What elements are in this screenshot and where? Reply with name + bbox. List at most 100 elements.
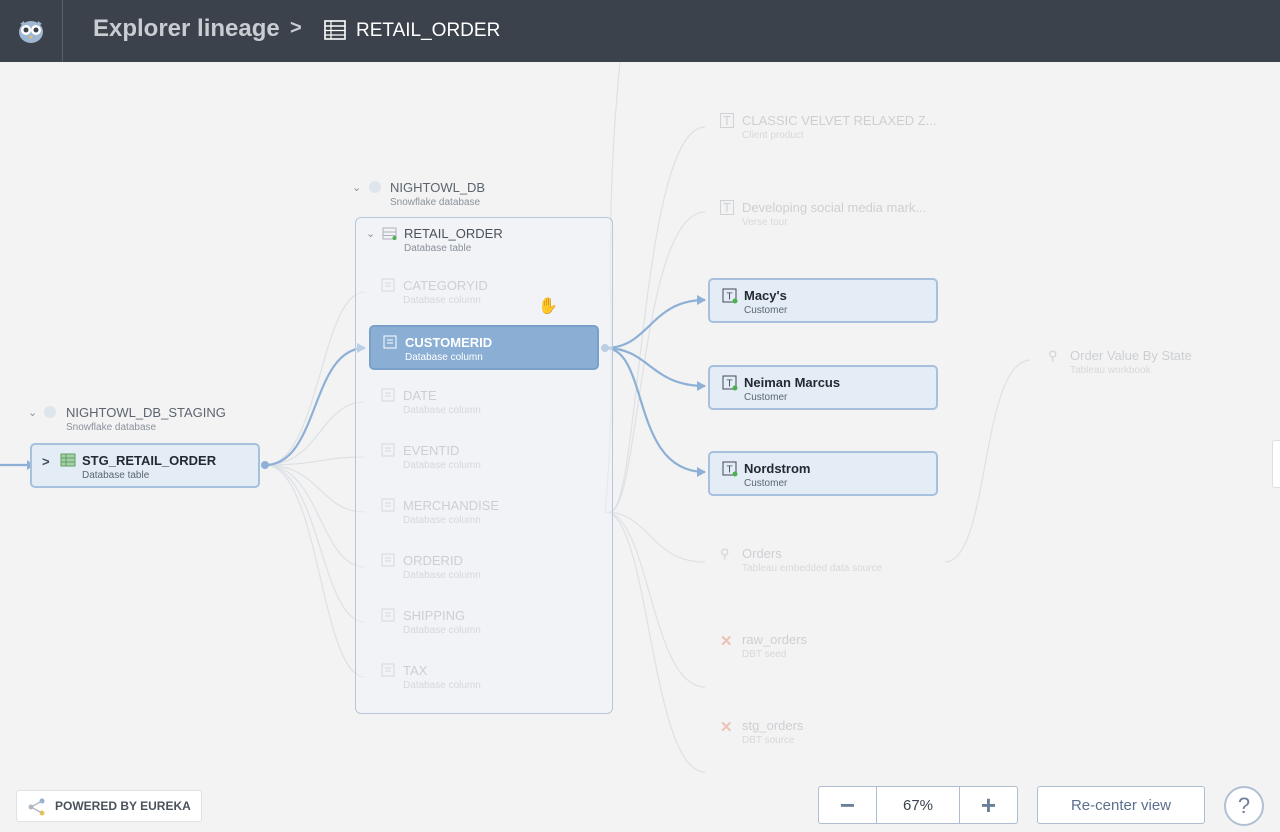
- owl-logo-icon[interactable]: [0, 0, 63, 62]
- node-type: Database column: [403, 625, 481, 636]
- snowflake-db-icon: [369, 181, 381, 193]
- tableau-datasource-icon: ⚲: [720, 546, 730, 561]
- group-type: Database table: [404, 243, 472, 254]
- node-type: Database column: [403, 460, 481, 471]
- column-tax[interactable]: TAX Database column: [369, 655, 599, 700]
- group-type: Snowflake database: [390, 197, 481, 208]
- node-type: Database column: [405, 352, 483, 363]
- node-order-value-by-state[interactable]: ⚲ Order Value By State Tableau workbook: [1036, 340, 1246, 385]
- zoom-level: 67%: [876, 787, 960, 823]
- node-name: raw_orders: [742, 632, 808, 647]
- node-name: Developing social media mark...: [742, 200, 927, 215]
- node-type: Database column: [403, 570, 481, 581]
- node-stg-retail-order[interactable]: > STG_RETAIL_ORDER Database table: [30, 443, 260, 488]
- text-type-icon: T: [722, 375, 738, 396]
- column-icon: [381, 608, 395, 627]
- text-type-icon: T: [720, 200, 734, 215]
- chevron-down-icon[interactable]: ⌄: [28, 406, 37, 419]
- node-type: DBT seed: [742, 649, 787, 660]
- column-icon: [381, 278, 395, 297]
- zoom-out-button[interactable]: −: [819, 787, 876, 823]
- breadcrumb-separator: >: [290, 17, 302, 39]
- node-type: Database column: [403, 515, 481, 526]
- node-orders[interactable]: ⚲ Orders Tableau embedded data source: [708, 538, 938, 583]
- group-type: Snowflake database: [66, 422, 157, 433]
- top-bar: Explorer lineage > RETAIL_ORDER: [0, 0, 1280, 62]
- table-icon: [382, 227, 397, 245]
- column-merchandise[interactable]: MERCHANDISE Database column: [369, 490, 599, 535]
- column-shipping[interactable]: SHIPPING Database column: [369, 600, 599, 645]
- node-name: Order Value By State: [1070, 348, 1192, 363]
- chevron-down-icon[interactable]: ⌄: [352, 181, 361, 194]
- eureka-logo-icon: [28, 798, 45, 816]
- column-icon: [381, 498, 395, 517]
- node-stg-orders[interactable]: ✕ stg_orders DBT source: [708, 710, 938, 755]
- node-type: Database column: [403, 405, 481, 416]
- group-name: NIGHTOWL_DB: [390, 180, 486, 195]
- breadcrumb-current[interactable]: RETAIL_ORDER: [356, 20, 500, 42]
- side-panel-handle[interactable]: [1272, 440, 1280, 488]
- zoom-in-button[interactable]: +: [960, 787, 1017, 823]
- column-icon: [381, 388, 395, 407]
- snowflake-db-icon: [44, 406, 56, 418]
- group-name: NIGHTOWL_DB_STAGING: [66, 405, 226, 420]
- node-type: Verse tour: [742, 217, 788, 228]
- column-eventid[interactable]: EVENTID Database column: [369, 435, 599, 480]
- node-raw-orders[interactable]: ✕ raw_orders DBT seed: [708, 624, 938, 669]
- node-name: STG_RETAIL_ORDER: [82, 453, 217, 468]
- node-name: CUSTOMERID: [405, 335, 493, 350]
- table-icon: [60, 453, 76, 472]
- group-name: RETAIL_ORDER: [404, 226, 503, 241]
- column-icon: [383, 335, 397, 354]
- table-icon: [324, 20, 346, 45]
- node-customer-macys[interactable]: T Macy's Customer: [708, 278, 938, 323]
- node-name: EVENTID: [403, 443, 460, 458]
- text-type-icon: T: [722, 461, 738, 482]
- node-name: MERCHANDISE: [403, 498, 500, 513]
- column-icon: [381, 663, 395, 682]
- dbt-icon: ✕: [720, 719, 733, 736]
- node-type: DBT source: [742, 735, 795, 746]
- node-type: Database table: [82, 470, 150, 481]
- chevron-right-icon[interactable]: >: [42, 454, 50, 469]
- node-type: Customer: [744, 392, 788, 403]
- node-name: stg_orders: [742, 718, 804, 733]
- svg-text:T: T: [726, 465, 732, 476]
- svg-text:T: T: [726, 292, 732, 303]
- node-type: Tableau workbook: [1070, 365, 1151, 376]
- hand-cursor-icon: ✋: [538, 298, 558, 315]
- node-name: Macy's: [744, 288, 787, 303]
- powered-by-label: POWERED BY EUREKA: [55, 799, 191, 813]
- zoom-control: − 67% +: [818, 786, 1018, 824]
- node-developing-social[interactable]: T Developing social media mark... Verse …: [708, 192, 938, 237]
- node-customer-neiman-marcus[interactable]: T Neiman Marcus Customer: [708, 365, 938, 410]
- column-customerid[interactable]: CUSTOMERID Database column: [369, 325, 599, 370]
- node-name: TAX: [403, 663, 428, 678]
- node-type: Customer: [744, 305, 788, 316]
- node-type: Database column: [403, 680, 481, 691]
- node-name: Neiman Marcus: [744, 375, 841, 390]
- node-name: DATE: [403, 388, 437, 403]
- node-name: SHIPPING: [403, 608, 466, 623]
- tableau-workbook-icon: ⚲: [1048, 348, 1058, 363]
- node-type: Tableau embedded data source: [742, 563, 883, 574]
- node-classic-velvet[interactable]: T CLASSIC VELVET RELAXED Z... Client pro…: [708, 105, 938, 150]
- dbt-icon: ✕: [720, 633, 733, 650]
- text-type-icon: T: [722, 288, 738, 309]
- node-name: Nordstrom: [744, 461, 811, 476]
- node-name: Orders: [742, 546, 782, 561]
- help-button[interactable]: ?: [1224, 786, 1264, 826]
- powered-by-badge[interactable]: POWERED BY EUREKA: [16, 790, 202, 822]
- column-orderid[interactable]: ORDERID Database column: [369, 545, 599, 590]
- node-type: Database column: [403, 295, 481, 306]
- lineage-canvas[interactable]: ⌄ NIGHTOWL_DB_STAGING Snowflake database…: [0, 62, 1280, 832]
- recenter-view-button[interactable]: Re-center view: [1037, 786, 1205, 824]
- node-customer-nordstrom[interactable]: T Nordstrom Customer: [708, 451, 938, 496]
- node-type: Customer: [744, 478, 788, 489]
- chevron-down-icon[interactable]: ⌄: [366, 227, 375, 240]
- svg-text:T: T: [726, 379, 732, 390]
- node-name: CLASSIC VELVET RELAXED Z...: [742, 113, 937, 128]
- column-date[interactable]: DATE Database column: [369, 380, 599, 425]
- column-categoryid[interactable]: CATEGORYID Database column: [369, 270, 599, 315]
- column-icon: [381, 443, 395, 462]
